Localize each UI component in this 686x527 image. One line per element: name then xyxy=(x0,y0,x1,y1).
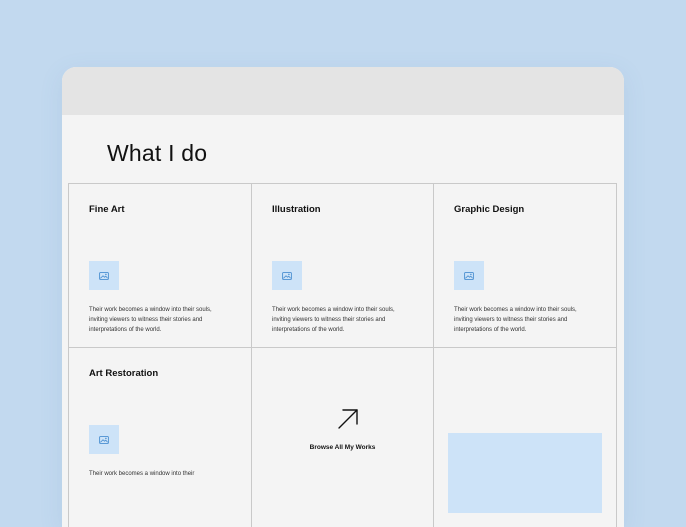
browse-label: Browse All My Works xyxy=(309,444,376,451)
services-grid: Fine Art Their work becomes a window int… xyxy=(68,183,617,527)
arrow-up-right-icon xyxy=(338,409,358,429)
browse-all-works-button[interactable]: Browse All My Works xyxy=(252,348,434,527)
window-titlebar xyxy=(62,67,624,115)
service-title: Illustration xyxy=(272,204,321,215)
image-icon xyxy=(282,271,292,280)
browser-window: What I do Fine Art Their work becomes a … xyxy=(62,67,624,527)
image-icon xyxy=(99,435,109,444)
service-title: Fine Art xyxy=(89,204,125,215)
service-card-graphic-design[interactable]: Graphic Design Their work becomes a wind… xyxy=(434,184,617,348)
service-description: Their work becomes a window into their s… xyxy=(272,307,395,333)
image-icon xyxy=(464,271,474,280)
service-card-art-restoration[interactable]: Art Restoration Their work becomes a win… xyxy=(69,348,252,527)
featured-image-placeholder xyxy=(448,433,602,513)
service-thumbnail xyxy=(454,261,484,290)
image-icon xyxy=(99,271,109,280)
service-card-illustration[interactable]: Illustration Their work becomes a window… xyxy=(252,184,434,348)
service-thumbnail xyxy=(89,425,119,454)
service-description: Their work becomes a window into their xyxy=(89,471,195,477)
service-title: Graphic Design xyxy=(454,204,525,215)
service-thumbnail xyxy=(272,261,302,290)
featured-image-cell xyxy=(434,348,617,527)
service-description: Their work becomes a window into their s… xyxy=(89,307,212,333)
service-thumbnail xyxy=(89,261,119,290)
service-card-fine-art[interactable]: Fine Art Their work becomes a window int… xyxy=(69,184,252,348)
section-title: What I do xyxy=(107,140,208,166)
service-title: Art Restoration xyxy=(89,368,159,379)
service-description: Their work becomes a window into their s… xyxy=(454,307,577,333)
